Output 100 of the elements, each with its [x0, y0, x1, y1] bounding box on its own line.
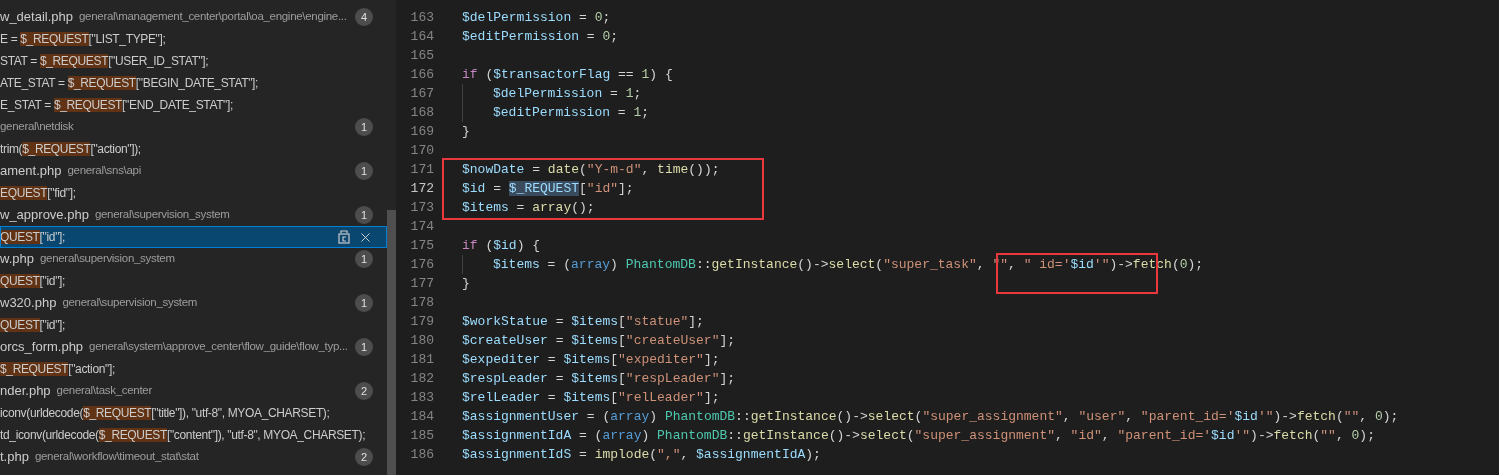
match-line: ATE_STAT = $_REQUEST["BEGIN_DATE_STAT"];: [0, 75, 259, 92]
result-file-row[interactable]: general\netdisk 1: [0, 116, 387, 138]
file-name: ament.php: [0, 162, 62, 181]
file-name: nder.php: [0, 382, 51, 401]
match-count-badge: 1: [355, 250, 373, 268]
result-match-row[interactable]: $_REQUEST["action"];: [0, 358, 387, 380]
result-match-row[interactable]: QUEST["id"];: [0, 226, 387, 248]
result-file-row[interactable]: ament.php general\sns\api 1: [0, 160, 387, 182]
match-line: QUEST["id"];: [0, 317, 65, 334]
file-name: w320.php: [0, 294, 57, 313]
result-file-row[interactable]: orcs_form.php general\system\approve_center\flow_guide\flow_typ... 1: [0, 336, 387, 358]
line-number: 182: [409, 369, 434, 388]
file-path: general\task_center: [56, 383, 152, 399]
match-count-badge: 1: [355, 162, 373, 180]
file-name: w_approve.php: [0, 206, 89, 225]
code-line: $assignmentIdA = (array) PhantomDB::getInstance()->select("super_assignment", "id", "parent_id='$id'")->fetch("", 0);: [462, 426, 1375, 445]
result-match-row[interactable]: QUEST["id"];: [0, 270, 387, 292]
line-number: 169: [409, 122, 434, 141]
line-number: 184: [409, 407, 434, 426]
result-file-row[interactable]: nder.php general\task_center 2: [0, 380, 387, 402]
line-number: 185: [409, 426, 434, 445]
file-path: general\sns\api: [67, 163, 141, 179]
match-count-badge: 2: [355, 448, 373, 466]
code-line: $workStatue = $items["statue"];: [462, 312, 704, 331]
result-match-row[interactable]: ATE_STAT = $_REQUEST["BEGIN_DATE_STAT"];: [0, 72, 387, 94]
result-file-row[interactable]: t.php general\workflow\timeout_stat\stat 2: [0, 446, 387, 468]
file-path: general\supervision_system: [40, 251, 175, 267]
result-match-row[interactable]: STAT = $_REQUEST["USER_ID_STAT"];: [0, 50, 387, 72]
line-number: 173: [409, 198, 434, 217]
file-path: general\supervision_system: [62, 295, 198, 311]
line-number: 163: [409, 8, 434, 27]
line-number: 175: [409, 236, 434, 255]
match-line: trim($_REQUEST["action"]);: [0, 141, 141, 158]
match-count-badge: 1: [355, 118, 373, 136]
result-match-row[interactable]: td_iconv(urldecode($_REQUEST["content"]), "utf-8", MYOA_CHARSET);: [0, 424, 387, 446]
match-line: EQUEST["fid"];: [0, 185, 76, 202]
result-match-row[interactable]: trim($_REQUEST["action"]);: [0, 138, 387, 160]
match-count-badge: 1: [355, 338, 373, 356]
file-name: orcs_form.php: [0, 338, 84, 357]
match-line: td_iconv(urldecode($_REQUEST["content"]), "utf-8", MYOA_CHARSET);: [0, 427, 366, 444]
code-line: $assignmentIdS = implode(",", $assignmentIdA);: [462, 445, 821, 464]
selected-text: $_REQUEST: [508, 180, 580, 196]
scrollbar-thumb[interactable]: [387, 210, 396, 475]
code-line: $editPermission = 1;: [493, 103, 650, 122]
line-number: 168: [409, 103, 434, 122]
line-number: 174: [409, 217, 434, 236]
code-line: $createUser = $items["createUser"];: [462, 331, 736, 350]
code-line: $relLeader = $items["relLeader"];: [462, 388, 720, 407]
line-number: 179: [409, 312, 434, 331]
result-file-row[interactable]: w320.php general\supervision_system 1: [0, 292, 387, 314]
match-count-badge: 1: [355, 206, 373, 224]
line-number: 164: [409, 27, 434, 46]
match-line: QUEST["id"];: [0, 229, 65, 246]
match-count-badge: 2: [355, 382, 373, 400]
line-number: 172: [409, 179, 434, 198]
result-match-row[interactable]: EQUEST["fid"];: [0, 182, 387, 204]
result-match-row[interactable]: QUEST["id"];: [0, 314, 387, 336]
code-line: if ($id) {: [462, 236, 541, 255]
file-path: general\supervision_system: [94, 207, 230, 223]
match-line: $_REQUEST["action"];: [0, 361, 115, 378]
result-file-row[interactable]: w_detail.php general\management_center\portal\oa_engine\engine... 4: [0, 6, 387, 28]
line-number: 166: [409, 65, 434, 84]
file-path: general\netdisk: [0, 119, 74, 135]
code-line: $nowDate = date("Y-m-d", time());: [462, 160, 720, 179]
result-match-row[interactable]: iconv(urldecode($_REQUEST["title"]), "utf-8", MYOA_CHARSET);: [0, 402, 387, 424]
file-path: general\workflow\timeout_stat\stat: [34, 449, 199, 465]
replace-icon[interactable]: [338, 230, 350, 244]
result-match-row[interactable]: E = $_REQUEST["LIST_TYPE"];: [0, 28, 387, 50]
match-count-badge: 1: [355, 294, 373, 312]
result-file-row[interactable]: w.php general\supervision_system 1: [0, 248, 387, 270]
match-line: STAT = $_REQUEST["USER_ID_STAT"];: [0, 53, 209, 70]
line-number: 167: [409, 84, 434, 103]
line-number: 176: [409, 255, 434, 274]
match-line: E_STAT = $_REQUEST["END_DATE_STAT"];: [0, 97, 233, 114]
code-line: $expediter = $items["expediter"];: [462, 350, 720, 369]
line-number: 178: [409, 293, 434, 312]
code-line: $delPermission = 0;: [462, 8, 611, 27]
file-path: general\management_center\portal\oa_engine\engine...: [79, 9, 347, 25]
line-number: 177: [409, 274, 434, 293]
line-number: 171: [409, 160, 434, 179]
result-file-row[interactable]: w_approve.php general\supervision_system 1: [0, 204, 387, 226]
code-line: $assignmentUser = (array) PhantomDB::getInstance()->select("super_assignment", "user", "parent_id='$id'")->fetch("", 0);: [462, 407, 1399, 426]
file-name: w_detail.php: [0, 8, 73, 27]
file-name: w.php: [0, 250, 34, 269]
code-line: if ($transactorFlag == 1) {: [462, 65, 673, 84]
result-match-row[interactable]: E_STAT = $_REQUEST["END_DATE_STAT"];: [0, 94, 387, 116]
match-line: QUEST["id"];: [0, 273, 65, 290]
line-number: 165: [409, 46, 434, 65]
code-line: $items = array();: [462, 198, 595, 217]
line-number: 170: [409, 141, 434, 160]
line-number: 186: [409, 445, 434, 464]
code-line: $delPermission = 1;: [493, 84, 642, 103]
match-line: E = $_REQUEST["LIST_TYPE"];: [0, 31, 166, 48]
file-name: t.php: [0, 448, 29, 467]
match-line: iconv(urldecode($_REQUEST["title"]), "utf-8", MYOA_CHARSET);: [0, 405, 330, 422]
file-path: general\system\approve_center\flow_guide\flow_typ...: [89, 339, 348, 355]
code-line: $id = $_REQUEST["id"];: [462, 179, 634, 198]
line-number: 183: [409, 388, 434, 407]
code-line: }: [462, 122, 470, 141]
code-line: $editPermission = 0;: [462, 27, 619, 46]
